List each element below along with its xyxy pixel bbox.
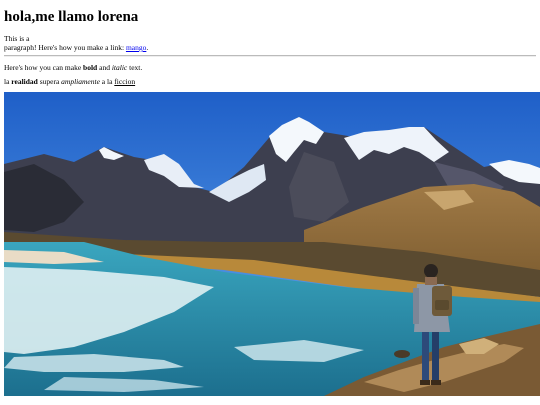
web-page: hola,me llamo lorena This is a paragraph… xyxy=(0,0,540,405)
mango-link[interactable]: mango xyxy=(126,43,146,52)
bold-text: bold xyxy=(83,63,98,72)
spanish-word-supera: supera xyxy=(37,77,62,86)
spanish-bold-word: realidad xyxy=(11,77,38,86)
landscape-photo xyxy=(4,92,540,396)
spanish-word-a-la: a la xyxy=(99,77,115,86)
horizontal-rule xyxy=(4,55,536,57)
spanish-italic-word: ampliamente xyxy=(61,77,100,86)
page-title: hola,me llamo lorena xyxy=(4,9,139,25)
spanish-underlined-word: ficcion xyxy=(114,77,136,86)
formatting-text-pre: Here's how you can make xyxy=(4,63,84,72)
intro-paragraph: This is a paragraph! Here's how you make… xyxy=(4,34,148,52)
formatting-paragraph: Here's how you can make bold and italic … xyxy=(4,63,142,72)
formatting-text-post: text. xyxy=(127,63,143,72)
intro-line-2: paragraph! Here's how you make a link: xyxy=(4,43,126,52)
intro-line-1: This is a xyxy=(4,34,30,43)
formatting-text-mid: and xyxy=(97,63,112,72)
intro-period: . xyxy=(146,43,149,52)
italic-text: italic xyxy=(111,63,128,72)
spanish-paragraph: la realidad supera ampliamente a la ficc… xyxy=(4,77,135,86)
